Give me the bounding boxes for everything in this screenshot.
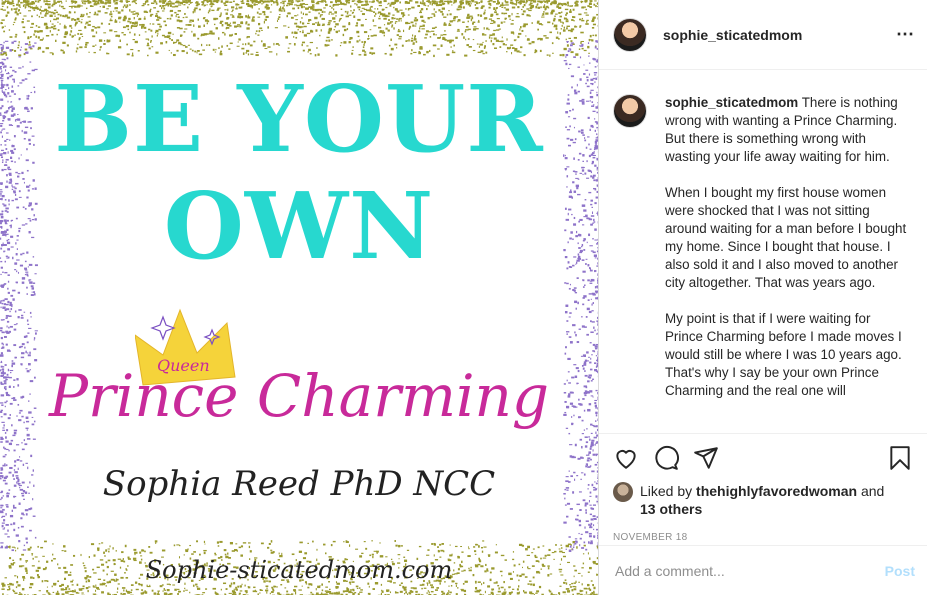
likes-and: and bbox=[860, 483, 885, 499]
share-icon[interactable] bbox=[693, 445, 719, 471]
comment-input[interactable] bbox=[613, 561, 885, 580]
action-section: Liked by thehighlyfavoredwoman and 13 ot… bbox=[599, 433, 927, 545]
caption: sophie_sticatedmom There is nothing wron… bbox=[613, 94, 913, 418]
post-image[interactable]: BE YOUR OWN Queen Prince Charming Sophia… bbox=[0, 0, 598, 595]
caption-paragraph-3: My point is that if I were waiting for P… bbox=[665, 311, 902, 398]
caption-username[interactable]: sophie_sticatedmom bbox=[665, 95, 798, 110]
caption-area[interactable]: sophie_sticatedmom There is nothing wron… bbox=[599, 70, 927, 433]
avatar[interactable] bbox=[613, 17, 647, 52]
image-website: Sophie-sticatedmom.com bbox=[145, 556, 453, 584]
image-title-line1: BE YOUR bbox=[54, 65, 544, 173]
likes-others[interactable]: 13 others bbox=[640, 501, 702, 517]
comment-icon[interactable] bbox=[653, 445, 679, 471]
likes-prefix: Liked by bbox=[640, 483, 693, 499]
post-date[interactable]: NOVEMBER 18 bbox=[613, 532, 913, 543]
image-prince-charming: Prince Charming bbox=[49, 362, 549, 430]
caption-avatar[interactable] bbox=[613, 94, 647, 128]
heart-icon[interactable] bbox=[613, 445, 639, 471]
image-signature: Sophia Reed PhD NCC bbox=[102, 464, 496, 504]
caption-paragraph-2: When I bought my first house women were … bbox=[665, 185, 907, 290]
action-icons bbox=[613, 442, 913, 474]
header-username[interactable]: sophie_sticatedmom bbox=[663, 27, 896, 43]
post-header: sophie_sticatedmom ⋯ bbox=[599, 0, 927, 70]
liker-avatar[interactable] bbox=[613, 482, 633, 502]
post-sidebar: sophie_sticatedmom ⋯ sophie_sticatedmom … bbox=[598, 0, 927, 595]
more-options-icon[interactable]: ⋯ bbox=[896, 24, 915, 45]
bookmark-icon[interactable] bbox=[887, 445, 913, 471]
image-title-line2: OWN bbox=[163, 172, 435, 280]
caption-text: sophie_sticatedmom There is nothing wron… bbox=[665, 94, 910, 418]
likes-line: Liked by thehighlyfavoredwoman and 13 ot… bbox=[613, 482, 913, 518]
comment-bar: Post bbox=[599, 545, 927, 595]
post-button[interactable]: Post bbox=[885, 563, 915, 579]
post-window: BE YOUR OWN Queen Prince Charming Sophia… bbox=[0, 0, 927, 595]
likes-user[interactable]: thehighlyfavoredwoman bbox=[696, 483, 857, 499]
